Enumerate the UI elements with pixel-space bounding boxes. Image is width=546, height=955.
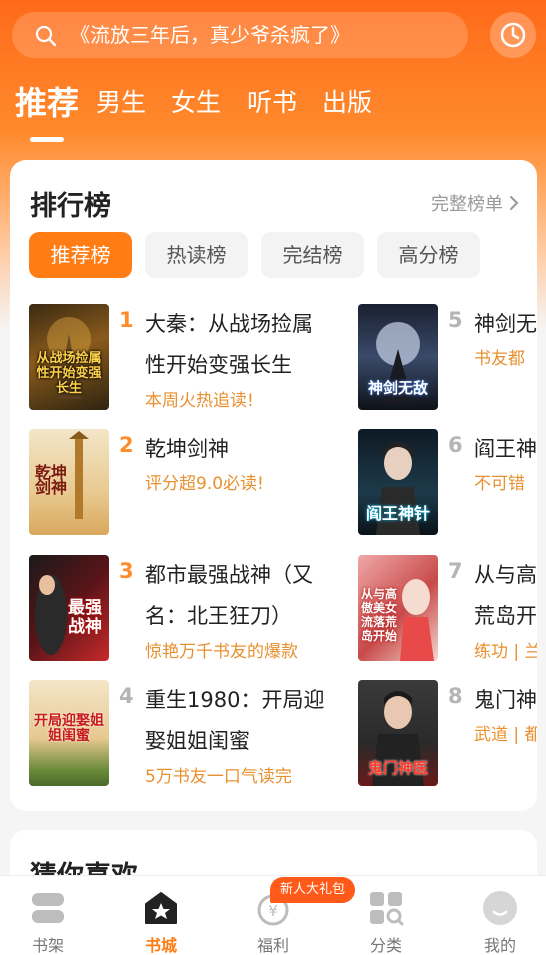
nav-label: 我的	[483, 936, 516, 955]
chip-high-score[interactable]: 高分榜	[377, 232, 480, 278]
history-button[interactable]	[490, 12, 536, 58]
book-cover[interactable]: 神剑无敌	[358, 304, 438, 410]
full-list-link[interactable]: 完整榜单	[431, 190, 519, 216]
search-icon	[35, 25, 57, 47]
search-placeholder: 《流放三年后，真少爷杀疯了》	[70, 23, 350, 47]
category-icon	[370, 892, 404, 926]
svg-text:¥: ¥	[268, 902, 278, 920]
book-cover[interactable]: 从战场捡属性开始变强长生	[29, 304, 109, 410]
book-tagline: 评分超9.0必读!	[145, 474, 264, 494]
book-tagline: 练功 | 兰	[474, 642, 537, 662]
bookshelf-icon	[32, 893, 64, 923]
cover-title: 乾坤剑神	[34, 463, 67, 497]
rank-number: 3	[119, 559, 134, 583]
nav-label: 分类	[369, 936, 402, 955]
book-title: 重生1980：开局迎娶姐姐闺蜜	[145, 688, 325, 753]
book-cover[interactable]: 最强战神	[29, 555, 109, 661]
search-bar[interactable]: 《流放三年后，真少爷杀疯了》	[12, 12, 468, 58]
avatar-icon	[483, 891, 517, 925]
ranking-card: 排行榜 完整榜单 推荐榜 热读榜 完结榜 高分榜 从战场捡属性开始变强长生 1 …	[10, 160, 537, 811]
book-cover[interactable]: 鬼门神医	[358, 680, 438, 786]
rank-number: 1	[119, 308, 134, 332]
rank-number: 8	[448, 684, 463, 708]
chip-hot[interactable]: 热读榜	[145, 232, 248, 278]
new-user-gift-badge[interactable]: 新人大礼包	[270, 877, 356, 903]
book-tagline: 惊艳万千书友的爆款	[145, 642, 298, 662]
tab-recommend[interactable]: 推荐	[15, 78, 79, 128]
book-title: 从与高	[474, 563, 537, 587]
book-cover[interactable]: 从与高傲美女流落荒岛开始	[358, 555, 438, 661]
nav-bookshelf[interactable]: 书架	[3, 876, 93, 955]
book-title-line2: 荒岛开	[474, 604, 537, 628]
rank-number: 7	[448, 559, 463, 583]
book-cover[interactable]: 开局迎娶姐姐闺蜜	[29, 680, 109, 786]
chevron-right-icon	[510, 196, 519, 210]
cover-title: 开局迎娶姐姐闺蜜	[34, 713, 104, 744]
book-tagline: 本周火热追读!	[145, 391, 254, 411]
rank-number: 6	[448, 433, 463, 457]
nav-label: 书架	[31, 936, 64, 955]
full-list-label: 完整榜单	[431, 194, 503, 215]
tab-female[interactable]: 女生	[171, 78, 221, 128]
cover-title: 鬼门神医	[367, 759, 428, 777]
rank-number: 2	[119, 433, 134, 457]
clock-icon	[500, 22, 526, 48]
book-cover[interactable]: 乾坤剑神	[29, 429, 109, 535]
bookstore-icon	[145, 892, 177, 924]
book-title: 鬼门神	[474, 688, 537, 712]
book-title: 大秦：从战场捡属性开始变强长生	[145, 312, 313, 377]
rank-number: 4	[119, 684, 134, 708]
book-cover[interactable]: 阎王神针	[358, 429, 438, 535]
tab-male[interactable]: 男生	[96, 78, 146, 128]
nav-profile[interactable]: 我的	[455, 876, 545, 955]
cover-title: 神剑无敌	[367, 379, 428, 397]
cover-title: 阎王神针	[365, 504, 430, 523]
cover-title: 从战场捡属性开始变强长生	[36, 351, 102, 396]
tab-audiobook[interactable]: 听书	[247, 78, 297, 128]
tab-publishing[interactable]: 出版	[322, 78, 372, 128]
ranking-title: 排行榜	[30, 191, 111, 222]
book-title: 神剑无	[474, 312, 537, 336]
book-title: 乾坤剑神	[145, 437, 229, 461]
book-title: 阎王神	[474, 437, 537, 461]
book-tagline: 武道 | 都	[474, 725, 537, 745]
book-title: 都市最强战神（又名：北王狂刀）	[145, 563, 313, 628]
book-tagline: 书友都	[474, 349, 525, 369]
nav-bookstore[interactable]: 书城	[116, 876, 206, 955]
nav-label: 福利	[256, 936, 289, 955]
cover-title: 从与高傲美女流落荒岛开始	[360, 587, 397, 643]
book-tagline: 5万书友一口气读完	[145, 767, 292, 787]
chip-recommend[interactable]: 推荐榜	[29, 232, 132, 278]
rank-number: 5	[448, 308, 463, 332]
chip-completed[interactable]: 完结榜	[261, 232, 364, 278]
book-tagline: 不可错	[474, 474, 525, 494]
cover-title: 最强战神	[68, 598, 102, 637]
nav-label: 书城	[144, 936, 177, 955]
tab-indicator	[30, 137, 64, 142]
